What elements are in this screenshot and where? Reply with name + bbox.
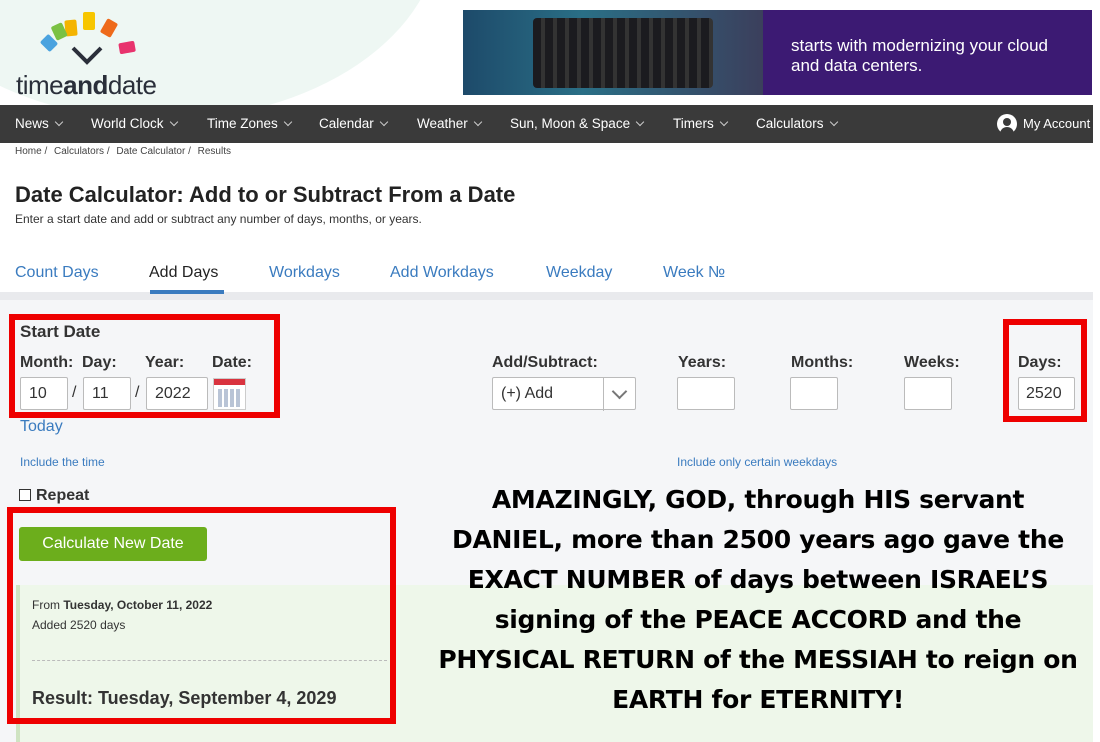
months-input[interactable] xyxy=(790,377,838,410)
highlight-days xyxy=(1003,319,1087,422)
chevron-down-icon xyxy=(169,117,178,127)
breadcrumb-results: Results xyxy=(197,146,231,157)
active-tab-indicator xyxy=(150,290,224,294)
tab-add-days[interactable]: Add Days xyxy=(149,264,218,282)
main-nav: News World Clock Time Zones Calendar Wea… xyxy=(0,105,1093,143)
highlight-result xyxy=(7,507,396,724)
nav-timers[interactable]: Timers xyxy=(673,105,728,143)
chevron-down-icon xyxy=(283,117,293,127)
page-title: Date Calculator: Add to or Subtract From… xyxy=(15,182,516,207)
weeks-label: Weeks: xyxy=(904,354,960,371)
ad-text: starts with modernizing your cloud and d… xyxy=(791,36,1049,75)
include-time-link[interactable]: Include the time xyxy=(20,455,105,469)
nav-sun-moon-space[interactable]: Sun, Moon & Space xyxy=(510,105,645,143)
chevron-down-icon xyxy=(473,117,483,127)
nav-world-clock[interactable]: World Clock xyxy=(91,105,178,143)
include-weekdays-link[interactable]: Include only certain weekdays xyxy=(677,455,837,469)
tab-week-number[interactable]: Week № xyxy=(663,264,725,282)
highlight-start-date xyxy=(9,314,280,418)
years-label: Years: xyxy=(678,354,727,371)
tab-add-workdays[interactable]: Add Workdays xyxy=(390,264,494,282)
chevron-down-icon xyxy=(829,117,838,127)
nav-my-account[interactable]: My Account xyxy=(1023,105,1090,143)
breadcrumb-date-calculator[interactable]: Date Calculator / xyxy=(116,146,190,157)
repeat-label: Repeat xyxy=(36,487,90,504)
repeat-checkbox[interactable] xyxy=(19,489,31,501)
add-subtract-label: Add/Subtract: xyxy=(492,354,598,371)
nav-calculators[interactable]: Calculators xyxy=(756,105,838,143)
tab-weekday[interactable]: Weekday xyxy=(546,264,612,282)
nav-news[interactable]: News xyxy=(15,105,64,143)
timeanddate-logo-icon[interactable] xyxy=(35,10,145,72)
logo-wordmark[interactable]: timeanddate xyxy=(16,70,157,101)
server-image xyxy=(533,18,713,88)
nav-calendar[interactable]: Calendar xyxy=(319,105,389,143)
years-input[interactable] xyxy=(677,377,735,410)
ad-image xyxy=(463,10,763,95)
chevron-down-icon[interactable] xyxy=(603,378,635,411)
advertisement-banner[interactable]: starts with modernizing your cloud and d… xyxy=(463,10,1092,95)
chevron-down-icon xyxy=(379,117,389,127)
months-label: Months: xyxy=(791,354,854,371)
chevron-down-icon xyxy=(54,117,64,127)
annotation-text: AMAZINGLY, GOD, through HIS servant DANI… xyxy=(438,485,1078,714)
chevron-down-icon xyxy=(635,117,645,127)
tab-workdays[interactable]: Workdays xyxy=(269,264,340,282)
nav-time-zones[interactable]: Time Zones xyxy=(207,105,293,143)
weeks-input[interactable] xyxy=(904,377,952,410)
breadcrumb: Home / Calculators / Date Calculator / R… xyxy=(15,146,235,157)
account-icon[interactable] xyxy=(997,114,1017,134)
tab-count-days[interactable]: Count Days xyxy=(15,264,99,282)
add-subtract-value: (+) Add xyxy=(501,385,554,402)
page-subtitle: Enter a start date and add or subtract a… xyxy=(15,212,422,226)
today-link[interactable]: Today xyxy=(20,418,63,436)
breadcrumb-home[interactable]: Home / xyxy=(15,146,47,157)
nav-weather[interactable]: Weather xyxy=(417,105,483,143)
breadcrumb-calculators[interactable]: Calculators / xyxy=(54,146,110,157)
chevron-down-icon xyxy=(719,117,728,127)
